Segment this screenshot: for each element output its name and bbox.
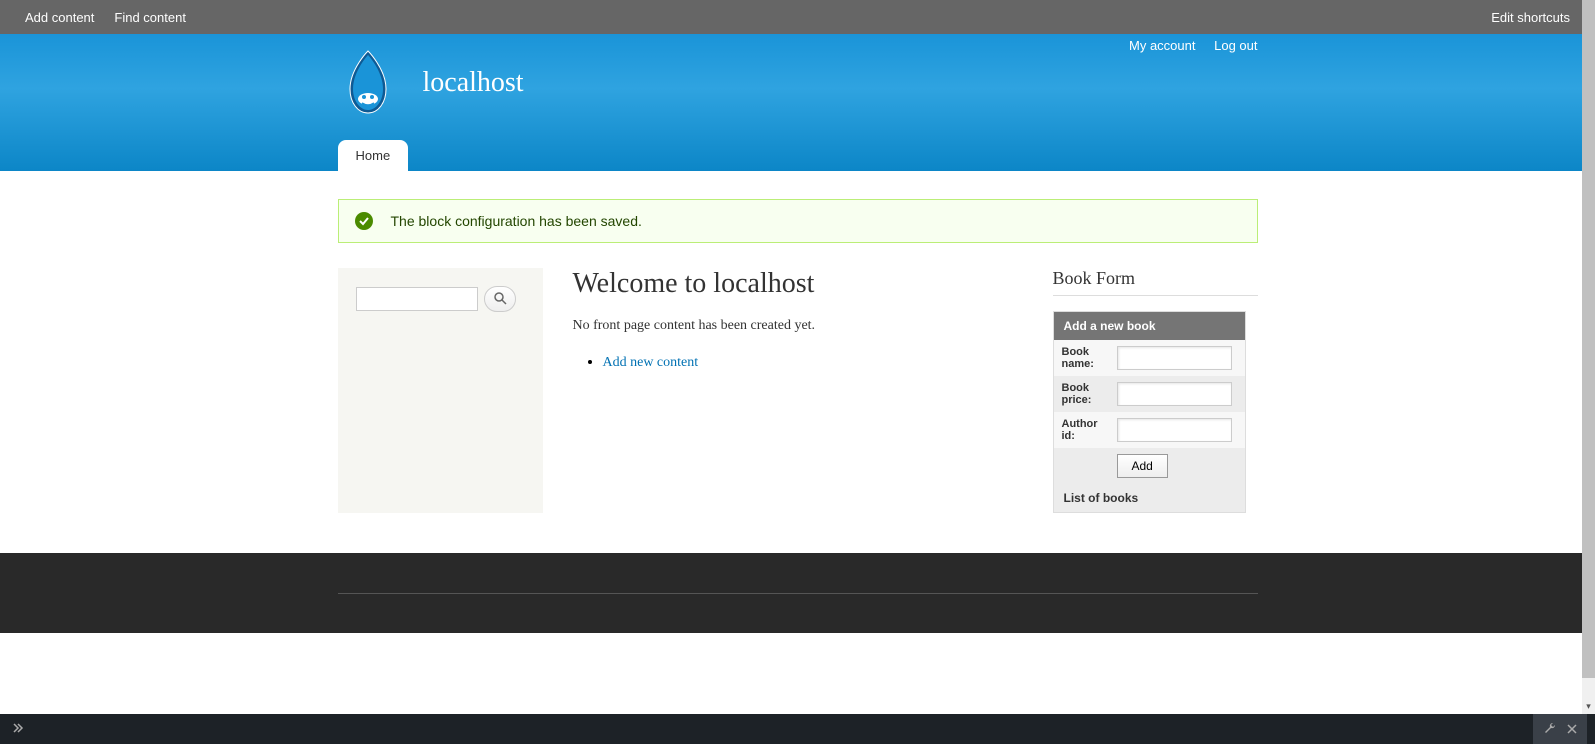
list-item: Add new content bbox=[603, 354, 1023, 371]
book-price-field[interactable] bbox=[1117, 382, 1232, 406]
sidebar-left bbox=[338, 268, 543, 513]
author-id-field[interactable] bbox=[1117, 418, 1232, 442]
edit-shortcuts-link[interactable]: Edit shortcuts bbox=[1481, 5, 1580, 30]
close-icon[interactable] bbox=[1563, 718, 1581, 741]
lead-text: No front page content has been created y… bbox=[573, 318, 1023, 334]
table-row: Book name: bbox=[1054, 340, 1245, 376]
bottom-toolbar bbox=[0, 714, 1595, 744]
page-title: Welcome to localhost bbox=[573, 268, 1023, 300]
status-message: The block configuration has been saved. bbox=[338, 199, 1258, 243]
my-account-link[interactable]: My account bbox=[1129, 38, 1195, 53]
book-price-label: Book price: bbox=[1054, 376, 1109, 412]
wrench-icon[interactable] bbox=[1539, 717, 1561, 742]
shortcuts-toolbar: Add content Find content Edit shortcuts bbox=[0, 0, 1595, 34]
add-content-link[interactable]: Add content bbox=[15, 5, 104, 30]
book-name-label: Book name: bbox=[1054, 340, 1109, 376]
find-content-link[interactable]: Find content bbox=[104, 5, 196, 30]
search-button[interactable] bbox=[484, 286, 516, 312]
success-icon bbox=[355, 212, 373, 230]
log-out-link[interactable]: Log out bbox=[1214, 38, 1257, 53]
add-new-content-link[interactable]: Add new content bbox=[603, 355, 699, 370]
tab-home[interactable]: Home bbox=[338, 140, 409, 171]
book-form-block: Add a new book Book name: Book price: Au… bbox=[1053, 311, 1246, 513]
search-input[interactable] bbox=[356, 287, 478, 311]
content-region: The block configuration has been saved. … bbox=[338, 171, 1258, 553]
form-footer: List of books bbox=[1054, 484, 1245, 512]
sidebar-right: Book Form Add a new book Book name: Book… bbox=[1053, 268, 1258, 513]
table-row: Add bbox=[1054, 448, 1245, 484]
main-navigation: Home bbox=[338, 140, 409, 171]
table-row: Author id: bbox=[1054, 412, 1245, 448]
book-name-field[interactable] bbox=[1117, 346, 1232, 370]
expand-icon[interactable] bbox=[8, 718, 28, 741]
table-row: Book price: bbox=[1054, 376, 1245, 412]
drupal-logo-icon bbox=[338, 49, 398, 117]
form-header: Add a new book bbox=[1054, 312, 1245, 340]
search-form bbox=[356, 286, 525, 312]
status-text: The block configuration has been saved. bbox=[391, 213, 642, 229]
user-links: My account Log out bbox=[1114, 34, 1257, 57]
search-icon bbox=[493, 291, 507, 308]
site-name: localhost bbox=[423, 67, 524, 99]
add-button[interactable]: Add bbox=[1117, 454, 1168, 478]
main-content: Welcome to localhost No front page conte… bbox=[568, 268, 1028, 513]
block-title: Book Form bbox=[1053, 268, 1258, 296]
site-header: My account Log out localhost Home bbox=[0, 34, 1595, 171]
scrollbar[interactable]: ▾ bbox=[1582, 0, 1595, 714]
site-footer bbox=[0, 553, 1595, 633]
author-id-label: Author id: bbox=[1054, 412, 1109, 448]
